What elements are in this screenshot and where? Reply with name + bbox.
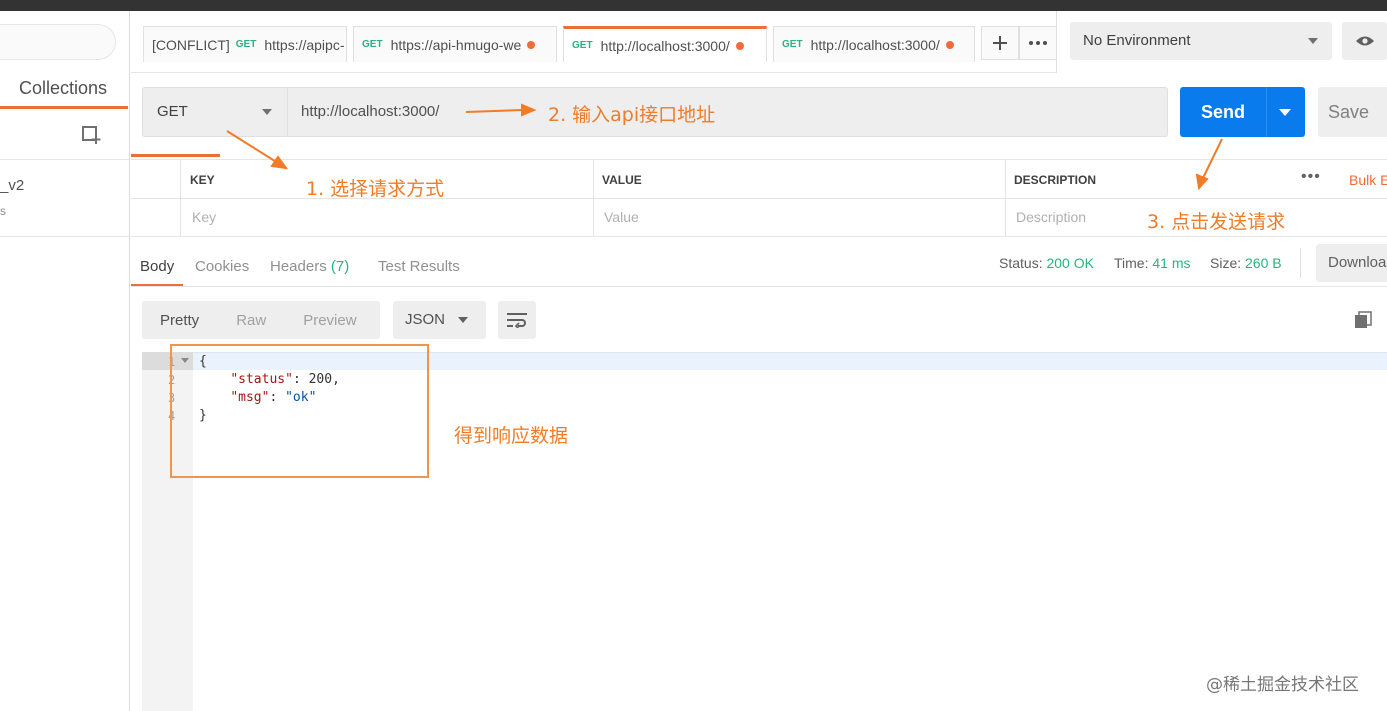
annotation-response-data: 得到响应数据 xyxy=(454,425,569,447)
annotation-enter-url: 2. 输入api接口地址 xyxy=(548,104,716,126)
annotation-click-send: 3. 点击发送请求 xyxy=(1147,211,1286,233)
annotation-select-method: 1. 选择请求方式 xyxy=(306,178,445,200)
watermark: @稀土掘金技术社区 xyxy=(1206,675,1359,695)
